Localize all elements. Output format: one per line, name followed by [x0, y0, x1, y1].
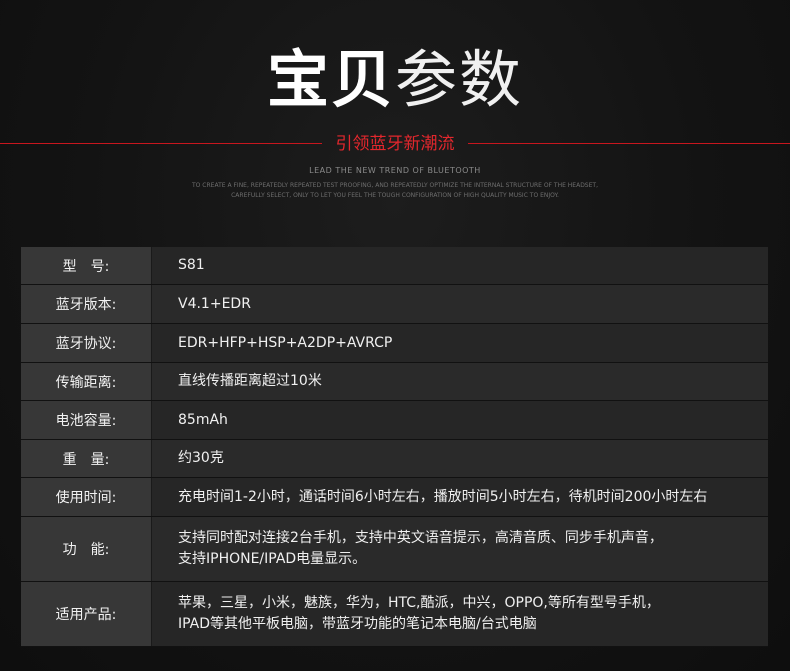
- english-body: TO CREATE A FINE, REPEATEDLY REPEATED TE…: [192, 182, 598, 199]
- spec-table: 型 号: S81 蓝牙版本: V4.1+EDR 蓝牙协议: EDR+HFP+HS…: [21, 247, 768, 647]
- spec-value: 充电时间1-2小时，通话时间6小时左右，播放时间5小时左右，待机时间200小时左…: [152, 478, 768, 516]
- spec-row-features: 功 能: 支持同时配对连接2台手机，支持中英文语音提示，高清音质、同步手机声音，…: [21, 517, 768, 582]
- spec-value-line: 85mAh: [178, 411, 228, 428]
- spec-value: EDR+HFP+HSP+A2DP+AVRCP: [152, 324, 768, 362]
- spec-label: 重 量:: [21, 440, 152, 477]
- product-spec-page: 宝贝参数 引领蓝牙新潮流 LEAD THE NEW TREND OF BLUET…: [0, 0, 790, 671]
- spec-row-bt-version: 蓝牙版本: V4.1+EDR: [21, 285, 768, 324]
- spec-value: S81: [152, 247, 768, 284]
- spec-label: 蓝牙协议:: [21, 324, 152, 362]
- spec-label: 型 号:: [21, 247, 152, 284]
- spec-value-line: EDR+HFP+HSP+A2DP+AVRCP: [178, 334, 393, 351]
- spec-label: 功 能:: [21, 517, 152, 581]
- spec-value-line: 充电时间1-2小时，通话时间6小时左右，播放时间5小时左右，待机时间200小时左…: [178, 488, 708, 505]
- spec-row-bt-protocol: 蓝牙协议: EDR+HFP+HSP+A2DP+AVRCP: [21, 324, 768, 363]
- spec-label: 蓝牙版本:: [21, 285, 152, 323]
- spec-value: 85mAh: [152, 401, 768, 439]
- spec-row-range: 传输距离: 直线传播距离超过10米: [21, 363, 768, 401]
- title-strong: 宝贝: [266, 43, 395, 116]
- spec-value-line: V4.1+EDR: [178, 295, 251, 312]
- spec-value-line: 直线传播距离超过10米: [178, 373, 322, 389]
- spec-value: 苹果，三星，小米，魅族，华为，HTC,酷派，中兴，OPPO,等所有型号手机， I…: [152, 582, 768, 646]
- page-title: 宝贝参数: [0, 40, 790, 120]
- spec-value-line: 约30克: [178, 450, 224, 466]
- spec-value: 直线传播距离超过10米: [152, 363, 768, 400]
- spec-row-compatible: 适用产品: 苹果，三星，小米，魅族，华为，HTC,酷派，中兴，OPPO,等所有型…: [21, 582, 768, 647]
- spec-value: 约30克: [152, 440, 768, 477]
- spec-value-line: 支持IPHONE/IPAD电量显示。: [178, 551, 367, 567]
- english-title: LEAD THE NEW TREND OF BLUETOOTH: [309, 166, 481, 175]
- slogan-text: 引领蓝牙新潮流: [335, 134, 455, 154]
- slogan-rule-right: [468, 143, 790, 144]
- spec-value: V4.1+EDR: [152, 285, 768, 323]
- spec-value-line: S81: [178, 257, 205, 273]
- spec-row-usage-time: 使用时间: 充电时间1-2小时，通话时间6小时左右，播放时间5小时左右，待机时间…: [21, 478, 768, 517]
- spec-label: 电池容量:: [21, 401, 152, 439]
- spec-value: 支持同时配对连接2台手机，支持中英文语音提示，高清音质、同步手机声音， 支持IP…: [152, 517, 768, 581]
- spec-row-battery: 电池容量: 85mAh: [21, 401, 768, 440]
- spec-row-model: 型 号: S81: [21, 247, 768, 285]
- spec-value-line: 支持同时配对连接2台手机，支持中英文语音提示，高清音质、同步手机声音，: [178, 530, 663, 546]
- spec-label: 适用产品:: [21, 582, 152, 646]
- spec-value-line: IPAD等其他平板电脑，带蓝牙功能的笔记本电脑/台式电脑: [178, 616, 537, 632]
- title-light: 参数: [395, 43, 524, 116]
- spec-label: 传输距离:: [21, 363, 152, 400]
- slogan-bar: 引领蓝牙新潮流: [0, 133, 790, 155]
- spec-label: 使用时间:: [21, 478, 152, 516]
- spec-row-weight: 重 量: 约30克: [21, 440, 768, 478]
- slogan-rule-left: [0, 143, 322, 144]
- spec-value-line: 苹果，三星，小米，魅族，华为，HTC,酷派，中兴，OPPO,等所有型号手机，: [178, 595, 660, 611]
